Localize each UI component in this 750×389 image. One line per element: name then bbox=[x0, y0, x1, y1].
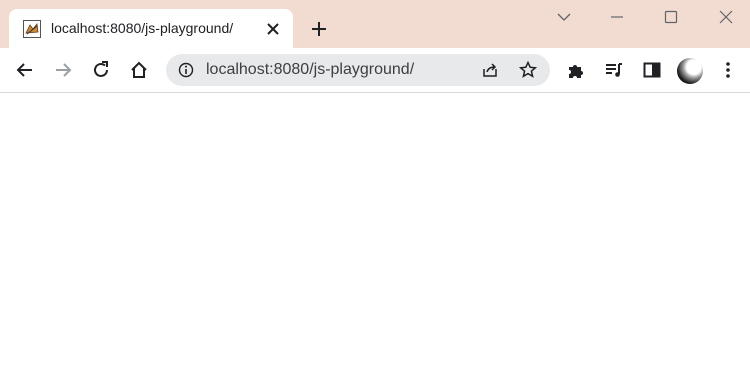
page-content bbox=[0, 93, 750, 389]
url-text[interactable]: localhost:8080/js-playground/ bbox=[206, 61, 414, 79]
tab-search-chevron-icon[interactable] bbox=[555, 8, 573, 26]
media-queue-icon[interactable] bbox=[603, 59, 625, 81]
side-panel-icon[interactable] bbox=[641, 59, 663, 81]
site-info-icon[interactable] bbox=[178, 62, 194, 78]
minimize-icon[interactable] bbox=[608, 8, 626, 26]
maximize-icon[interactable] bbox=[662, 8, 680, 26]
close-window-icon[interactable] bbox=[717, 8, 735, 26]
close-tab-icon[interactable] bbox=[265, 21, 281, 37]
reload-icon[interactable] bbox=[90, 59, 112, 81]
kebab-menu-icon[interactable] bbox=[717, 59, 739, 81]
new-tab-button[interactable] bbox=[309, 19, 329, 39]
toolbar: localhost:8080/js-playground/ bbox=[0, 48, 750, 93]
puzzle-icon[interactable] bbox=[565, 59, 587, 81]
active-tab[interactable]: localhost:8080/js-playground/ bbox=[9, 9, 293, 48]
share-icon[interactable] bbox=[480, 60, 500, 80]
bookmark-star-icon[interactable] bbox=[518, 60, 538, 80]
address-bar[interactable]: localhost:8080/js-playground/ bbox=[166, 54, 550, 86]
forward-arrow-icon[interactable] bbox=[52, 59, 74, 81]
tab-strip: localhost:8080/js-playground/ bbox=[0, 0, 750, 48]
tab-title: localhost:8080/js-playground/ bbox=[51, 20, 234, 36]
back-arrow-icon[interactable] bbox=[14, 59, 36, 81]
home-icon[interactable] bbox=[128, 59, 150, 81]
avatar[interactable] bbox=[677, 58, 703, 84]
tomcat-favicon-icon bbox=[23, 20, 41, 38]
